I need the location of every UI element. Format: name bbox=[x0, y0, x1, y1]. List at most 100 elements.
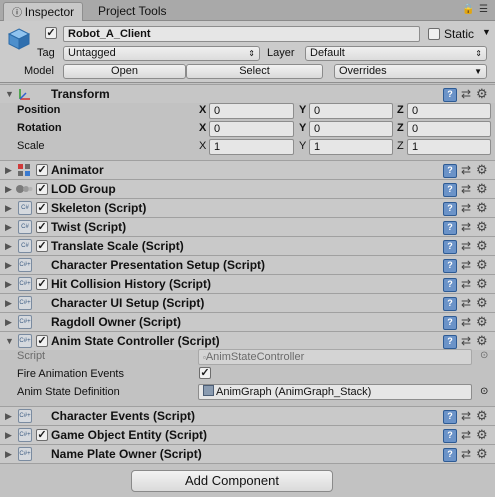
preset-icon[interactable]: ⇄ bbox=[461, 239, 471, 253]
scale-y-field[interactable]: 1 bbox=[309, 139, 393, 155]
gear-icon[interactable]: ⚙ bbox=[476, 238, 488, 254]
help-icon[interactable]: ? bbox=[443, 278, 457, 292]
foldout-expanded-icon[interactable]: ▼ bbox=[5, 336, 14, 346]
component-anim-state-controller[interactable]: ▼ C#+ ✓ Anim State Controller (Script) ?… bbox=[0, 331, 495, 350]
component-twist[interactable]: ▶ C# ✓ Twist (Script) ? ⇄ ⚙ bbox=[0, 217, 495, 236]
preset-icon[interactable]: ⇄ bbox=[461, 87, 471, 101]
position-y-field[interactable]: 0 bbox=[309, 103, 393, 119]
help-icon[interactable]: ? bbox=[443, 240, 457, 254]
static-dropdown-arrow-icon[interactable]: ▼ bbox=[482, 27, 491, 37]
enabled-checkbox[interactable]: ✓ bbox=[36, 278, 48, 290]
foldout-collapsed-icon[interactable]: ▶ bbox=[5, 411, 12, 422]
help-icon[interactable]: ? bbox=[443, 316, 457, 330]
foldout-expanded-icon[interactable]: ▼ bbox=[5, 89, 14, 99]
overrides-dropdown[interactable]: Overrides ▼ bbox=[334, 64, 487, 79]
help-icon[interactable]: ? bbox=[443, 183, 457, 197]
enabled-checkbox[interactable]: ✓ bbox=[36, 240, 48, 252]
gear-icon[interactable]: ⚙ bbox=[476, 427, 488, 443]
component-skeleton[interactable]: ▶ C# ✓ Skeleton (Script) ? ⇄ ⚙ bbox=[0, 198, 495, 217]
layer-dropdown[interactable]: Default ⇕ bbox=[305, 46, 487, 61]
gear-icon[interactable]: ⚙ bbox=[476, 257, 488, 273]
gear-icon[interactable]: ⚙ bbox=[476, 219, 488, 235]
help-icon[interactable]: ? bbox=[443, 335, 457, 349]
rotation-x-field[interactable]: 0 bbox=[209, 121, 294, 137]
preset-icon[interactable]: ⇄ bbox=[461, 334, 471, 348]
tab-inspector[interactable]: ⓘ Inspector bbox=[3, 2, 84, 21]
component-animator[interactable]: ▶ ✓ Animator ? ⇄ ⚙ bbox=[0, 160, 495, 179]
component-character-events[interactable]: ▶ C#+ Character Events (Script) ? ⇄ ⚙ bbox=[0, 406, 495, 425]
preset-icon[interactable]: ⇄ bbox=[461, 220, 471, 234]
gear-icon[interactable]: ⚙ bbox=[476, 86, 488, 102]
component-name-plate-owner[interactable]: ▶ C#+ Name Plate Owner (Script) ? ⇄ ⚙ bbox=[0, 444, 495, 464]
enabled-checkbox[interactable]: ✓ bbox=[36, 183, 48, 195]
foldout-collapsed-icon[interactable]: ▶ bbox=[5, 260, 12, 271]
component-hit-collision-history[interactable]: ▶ C#+ ✓ Hit Collision History (Script) ?… bbox=[0, 274, 495, 293]
foldout-collapsed-icon[interactable]: ▶ bbox=[5, 241, 12, 252]
rotation-z-field[interactable]: 0 bbox=[407, 121, 491, 137]
gear-icon[interactable]: ⚙ bbox=[476, 276, 488, 292]
transform-header[interactable]: ▼ Transform ? ⇄ ⚙ bbox=[0, 84, 495, 103]
open-button[interactable]: Open bbox=[63, 64, 186, 79]
component-translate-scale[interactable]: ▶ C# ✓ Translate Scale (Script) ? ⇄ ⚙ bbox=[0, 236, 495, 255]
menu-icon[interactable]: ☰ bbox=[479, 4, 488, 15]
help-icon[interactable]: ? bbox=[443, 202, 457, 216]
gear-icon[interactable]: ⚙ bbox=[476, 333, 488, 349]
tag-dropdown[interactable]: Untagged ⇕ bbox=[63, 46, 260, 61]
tab-project-tools[interactable]: Project Tools bbox=[90, 2, 174, 21]
foldout-collapsed-icon[interactable]: ▶ bbox=[5, 449, 12, 460]
preset-icon[interactable]: ⇄ bbox=[461, 258, 471, 272]
preset-icon[interactable]: ⇄ bbox=[461, 201, 471, 215]
anim-state-definition-field[interactable]: AnimGraph (AnimGraph_Stack) bbox=[198, 384, 472, 400]
lock-icon[interactable]: 🔒 bbox=[462, 4, 474, 15]
rotation-y-field[interactable]: 0 bbox=[309, 121, 393, 137]
position-x-field[interactable]: 0 bbox=[209, 103, 294, 119]
scale-x-field[interactable]: 1 bbox=[209, 139, 294, 155]
help-icon[interactable]: ? bbox=[443, 429, 457, 443]
gear-icon[interactable]: ⚙ bbox=[476, 446, 488, 462]
position-z-field[interactable]: 0 bbox=[407, 103, 491, 119]
foldout-collapsed-icon[interactable]: ▶ bbox=[5, 430, 12, 441]
enabled-checkbox[interactable]: ✓ bbox=[36, 221, 48, 233]
component-game-object-entity[interactable]: ▶ C#+ ✓ Game Object Entity (Script) ? ⇄ ⚙ bbox=[0, 425, 495, 444]
object-name-field[interactable]: Robot_A_Client bbox=[63, 26, 420, 42]
component-lod-group[interactable]: ▶ ✓ LOD Group ? ⇄ ⚙ bbox=[0, 179, 495, 198]
preset-icon[interactable]: ⇄ bbox=[461, 409, 471, 423]
gear-icon[interactable]: ⚙ bbox=[476, 295, 488, 311]
help-icon[interactable]: ? bbox=[443, 410, 457, 424]
gear-icon[interactable]: ⚙ bbox=[476, 181, 488, 197]
enabled-checkbox[interactable]: ✓ bbox=[36, 202, 48, 214]
help-icon[interactable]: ? bbox=[443, 88, 457, 102]
foldout-collapsed-icon[interactable]: ▶ bbox=[5, 184, 12, 195]
preset-icon[interactable]: ⇄ bbox=[461, 182, 471, 196]
help-icon[interactable]: ? bbox=[443, 297, 457, 311]
foldout-collapsed-icon[interactable]: ▶ bbox=[5, 203, 12, 214]
component-ragdoll-owner[interactable]: ▶ C#+ Ragdoll Owner (Script) ? ⇄ ⚙ bbox=[0, 312, 495, 331]
preset-icon[interactable]: ⇄ bbox=[461, 447, 471, 461]
foldout-collapsed-icon[interactable]: ▶ bbox=[5, 222, 12, 233]
enabled-checkbox[interactable]: ✓ bbox=[36, 429, 48, 441]
foldout-collapsed-icon[interactable]: ▶ bbox=[5, 165, 12, 176]
preset-icon[interactable]: ⇄ bbox=[461, 277, 471, 291]
gear-icon[interactable]: ⚙ bbox=[476, 162, 488, 178]
gear-icon[interactable]: ⚙ bbox=[476, 200, 488, 216]
scale-z-field[interactable]: 1 bbox=[407, 139, 491, 155]
component-character-ui-setup[interactable]: ▶ C#+ Character UI Setup (Script) ? ⇄ ⚙ bbox=[0, 293, 495, 312]
gear-icon[interactable]: ⚙ bbox=[476, 408, 488, 424]
foldout-collapsed-icon[interactable]: ▶ bbox=[5, 298, 12, 309]
gear-icon[interactable]: ⚙ bbox=[476, 314, 488, 330]
active-checkbox[interactable]: ✓ bbox=[45, 27, 57, 39]
enabled-checkbox[interactable]: ✓ bbox=[36, 164, 48, 176]
component-character-presentation-setup[interactable]: ▶ C#+ Character Presentation Setup (Scri… bbox=[0, 255, 495, 274]
static-checkbox[interactable] bbox=[428, 28, 440, 40]
help-icon[interactable]: ? bbox=[443, 448, 457, 462]
preset-icon[interactable]: ⇄ bbox=[461, 296, 471, 310]
object-picker-icon[interactable]: ⊙ bbox=[480, 386, 488, 397]
enabled-checkbox[interactable]: ✓ bbox=[36, 335, 48, 347]
help-icon[interactable]: ? bbox=[443, 221, 457, 235]
foldout-collapsed-icon[interactable]: ▶ bbox=[5, 279, 12, 290]
foldout-collapsed-icon[interactable]: ▶ bbox=[5, 317, 12, 328]
select-button[interactable]: Select bbox=[186, 64, 323, 79]
preset-icon[interactable]: ⇄ bbox=[461, 163, 471, 177]
help-icon[interactable]: ? bbox=[443, 259, 457, 273]
add-component-button[interactable]: Add Component bbox=[131, 470, 333, 492]
